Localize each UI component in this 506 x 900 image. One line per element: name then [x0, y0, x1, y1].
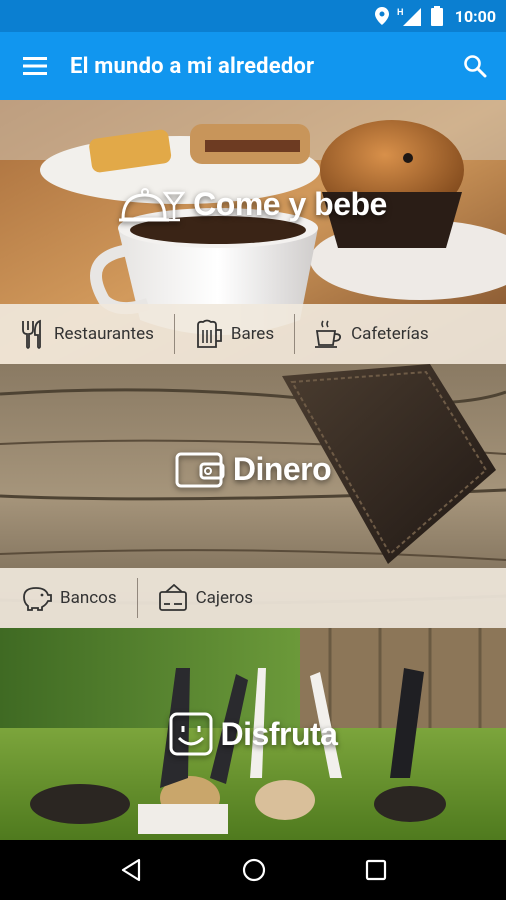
location-icon: [374, 7, 389, 25]
chip-cajeros-label: Cajeros: [195, 588, 254, 608]
section-enjoy[interactable]: Disfruta: [0, 628, 506, 840]
divider: [294, 314, 296, 354]
recents-icon[interactable]: [365, 859, 387, 881]
chip-cafeterias[interactable]: Cafeterías: [295, 304, 449, 364]
section-title-enjoy-label: Disfruta: [220, 715, 338, 752]
section-food[interactable]: Come y bebe Restaurantes Bares Cafetería…: [0, 100, 506, 364]
section-title-money-label: Dinero: [232, 450, 332, 487]
fork-knife-icon: [22, 319, 41, 349]
search-icon: [464, 55, 487, 78]
chip-bares[interactable]: Bares: [175, 304, 294, 364]
chip-restaurantes-label: Restaurantes: [54, 324, 154, 344]
home-icon[interactable]: [242, 858, 266, 882]
chip-bares-label: Bares: [230, 324, 275, 344]
chip-cafeterias-label: Cafeterías: [351, 324, 429, 344]
money-category-row: Bancos Cajeros: [0, 568, 506, 628]
piggy-bank-icon: [23, 587, 52, 611]
hamburger-menu-icon: [23, 57, 47, 75]
app-title: El mundo a mi alrededor: [70, 53, 315, 79]
section-money[interactable]: Dinero Bancos Cajeros: [0, 364, 506, 628]
chip-cajeros[interactable]: Cajeros: [138, 568, 273, 628]
section-title-enjoy: Disfruta: [0, 712, 506, 756]
atm-card-icon: [158, 584, 187, 611]
section-title-food: Come y bebe: [0, 186, 506, 223]
wallet-icon: [175, 452, 225, 488]
signal-icon: H: [397, 7, 421, 26]
status-bar: H 10:00: [0, 0, 506, 32]
hero-enjoy-image[interactable]: Disfruta: [0, 628, 506, 840]
food-category-row: Restaurantes Bares Cafeterías: [0, 304, 506, 364]
section-title-money: Dinero: [0, 450, 506, 488]
divider: [173, 314, 175, 354]
food-service-cloche-cocktail-icon: [119, 187, 186, 221]
chip-bancos[interactable]: Bancos: [0, 568, 137, 628]
clock: 10:00: [454, 6, 496, 26]
chip-restaurantes[interactable]: Restaurantes: [0, 304, 174, 364]
svg-text:H: H: [397, 7, 404, 17]
system-nav-bar: [0, 840, 506, 900]
chip-bancos-label: Bancos: [60, 588, 117, 608]
battery-icon: [430, 6, 443, 26]
divider: [136, 578, 138, 618]
beer-mug-icon: [196, 319, 222, 348]
menu-button[interactable]: [0, 32, 70, 100]
app-bar: El mundo a mi alrededor: [0, 32, 506, 100]
section-title-food-label: Come y bebe: [193, 186, 387, 222]
smiley-icon: [169, 712, 213, 756]
back-icon[interactable]: [119, 858, 143, 882]
coffee-cup-icon: [315, 320, 342, 348]
search-button[interactable]: [444, 32, 506, 100]
